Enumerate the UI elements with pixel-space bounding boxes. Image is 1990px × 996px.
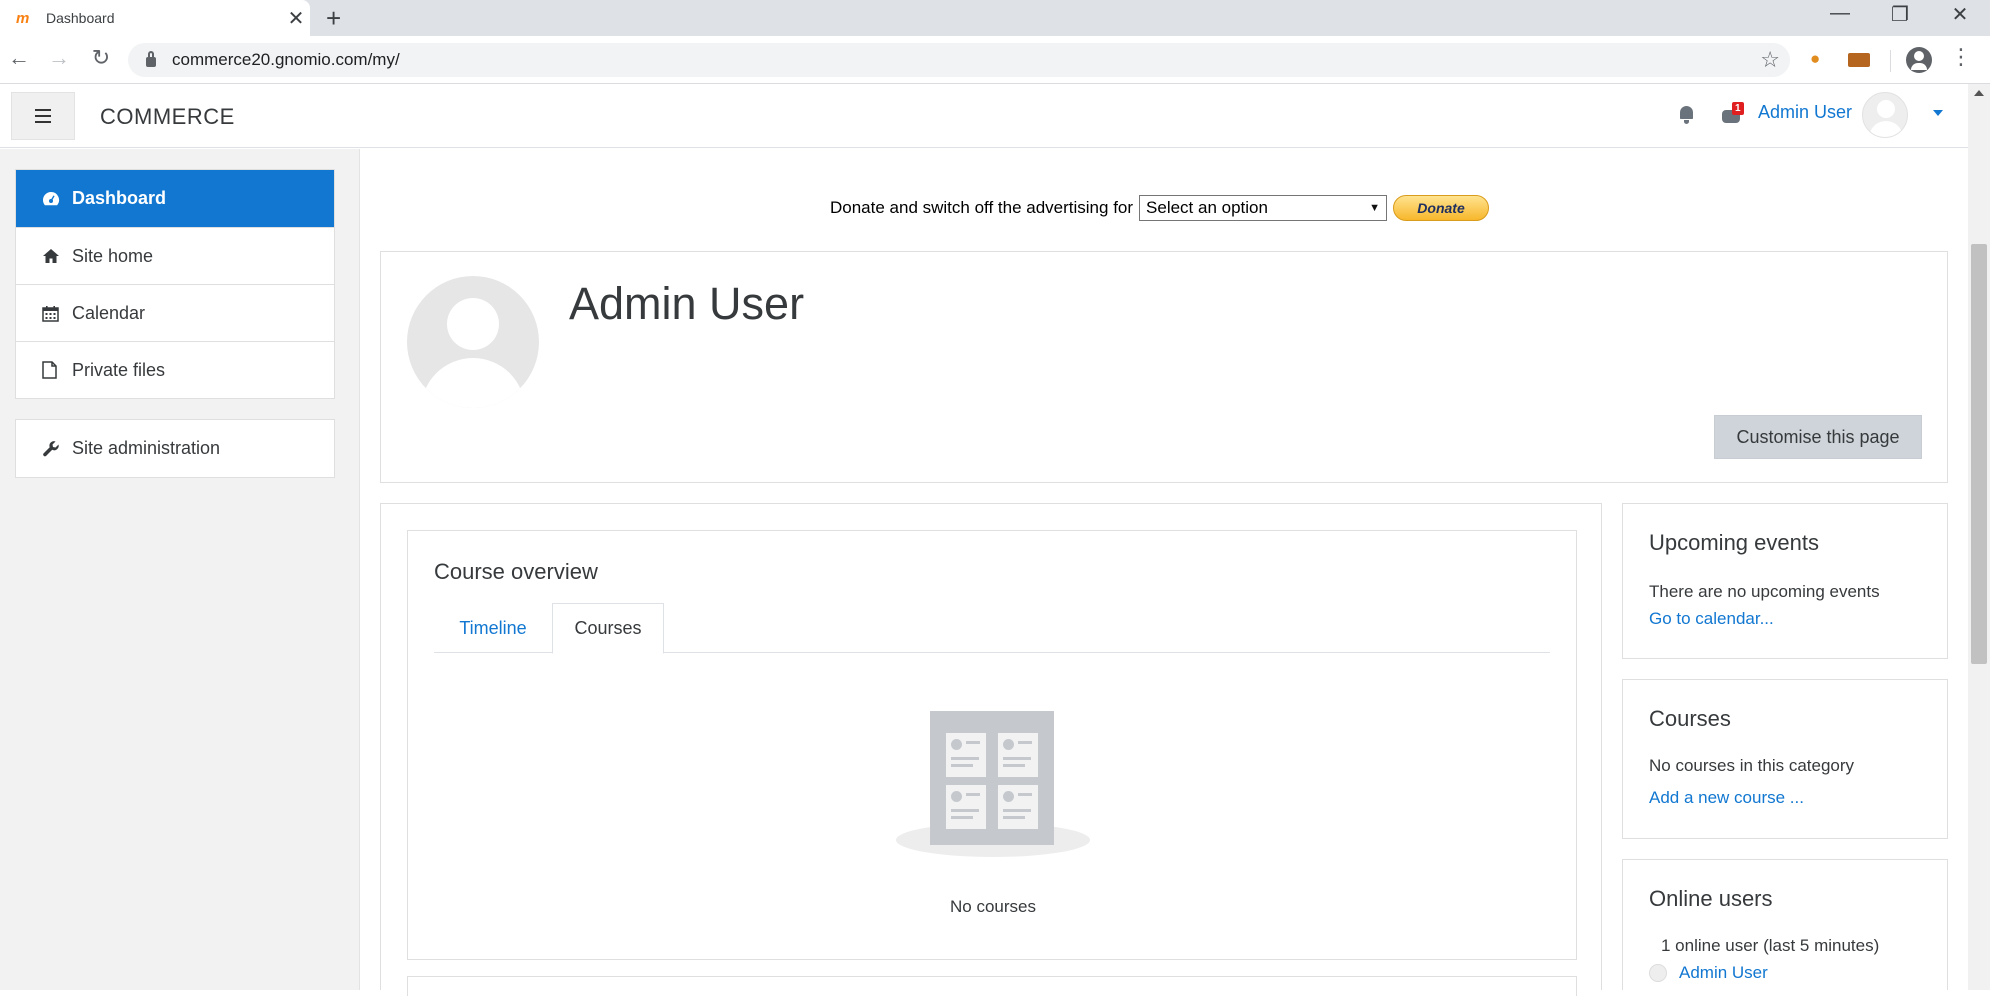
online-user-link[interactable]: Admin User — [1679, 963, 1768, 983]
browser-tabstrip: m Dashboard ✕ + — ❐ ✕ — [0, 0, 1990, 36]
browser-tab[interactable]: m Dashboard ✕ — [0, 0, 310, 36]
main-region: Course overview Timeline Courses No cour… — [380, 503, 1602, 996]
nav-item-label: Private files — [72, 359, 166, 380]
donate-select-value: Select an option — [1146, 198, 1268, 217]
moodle-favicon-icon: m — [16, 9, 30, 27]
admin-nav-list: Site administration — [15, 419, 335, 478]
nav-item-dashboard[interactable]: Dashboard — [16, 170, 334, 227]
site-brand[interactable]: COMMERCE — [100, 104, 235, 130]
dropdown-arrow-icon: ▼ — [1369, 202, 1381, 214]
bookmark-star-icon[interactable]: ☆ — [1760, 47, 1780, 73]
go-to-calendar-link[interactable]: Go to calendar... — [1649, 609, 1774, 629]
tab-courses[interactable]: Courses — [552, 603, 664, 654]
block-title: Courses — [1649, 706, 1731, 731]
online-user-avatar — [1649, 964, 1667, 982]
user-menu-name[interactable]: Admin User — [1758, 102, 1852, 123]
extension-icon[interactable] — [1848, 53, 1870, 67]
close-window-icon[interactable]: ✕ — [1940, 2, 1980, 27]
reload-icon[interactable]: ↻ — [86, 45, 116, 71]
nav-item-label: Site home — [72, 245, 154, 266]
new-tab-icon[interactable]: + — [326, 3, 341, 34]
scrollbar-thumb[interactable] — [1971, 244, 1987, 664]
wrench-icon — [42, 440, 72, 458]
url-text: commerce20.gnomio.com/my/ — [172, 50, 400, 69]
message-count-badge: 1 — [1732, 102, 1744, 115]
back-icon[interactable]: ← — [4, 45, 34, 71]
nav-item-calendar[interactable]: Calendar — [16, 284, 334, 341]
browser-toolbar: ← → ↻ commerce20.gnomio.com/my/ ☆ ● ⋮ — [0, 36, 1990, 84]
donate-text: Donate and switch off the advertising fo… — [830, 198, 1134, 217]
donate-button[interactable]: Donate — [1393, 195, 1490, 221]
block-title: Online users — [1649, 886, 1773, 911]
browser-menu-icon[interactable]: ⋮ — [1950, 44, 1972, 70]
home-icon — [42, 248, 72, 264]
user-avatar[interactable] — [1862, 92, 1908, 138]
block-text: No courses in this category — [1649, 756, 1855, 775]
nav-item-site-home[interactable]: Site home — [16, 227, 334, 284]
profile-avatar — [407, 276, 539, 408]
profile-icon[interactable] — [1906, 47, 1932, 73]
page-scrollbar[interactable] — [1968, 84, 1990, 990]
nav-item-label: Site administration — [72, 438, 221, 458]
restore-icon[interactable]: ❐ — [1880, 2, 1920, 27]
nav-drawer: Dashboard Site home Calendar Private fil… — [0, 149, 360, 990]
courses-block: Courses No courses in this category Add … — [1622, 679, 1948, 839]
minimize-icon[interactable]: — — [1820, 2, 1860, 25]
nav-item-site-administration[interactable]: Site administration — [16, 420, 334, 477]
nav-item-label: Calendar — [72, 302, 146, 323]
customise-page-button[interactable]: Customise this page — [1714, 415, 1922, 459]
page-header: Admin User Customise this page — [380, 251, 1948, 483]
course-overview-tabs: Timeline Courses — [434, 603, 1550, 654]
lock-icon — [146, 51, 156, 67]
forward-icon[interactable]: → — [44, 45, 74, 71]
chevron-down-icon[interactable] — [1933, 110, 1943, 116]
course-grid-icon — [930, 711, 1054, 845]
tab-timeline[interactable]: Timeline — [434, 603, 552, 653]
site-navbar: COMMERCE 1 Admin User — [0, 84, 1968, 148]
block-title: Upcoming events — [1649, 530, 1819, 555]
notifications-bell-icon[interactable] — [1676, 102, 1698, 128]
course-overview-block: Course overview Timeline Courses No cour… — [407, 530, 1577, 960]
address-bar[interactable]: commerce20.gnomio.com/my/ ☆ — [128, 43, 1790, 77]
close-tab-icon[interactable]: ✕ — [282, 6, 310, 31]
page-title: Admin User — [569, 278, 805, 329]
scroll-up-arrow-icon[interactable] — [1974, 90, 1984, 96]
messages-icon[interactable]: 1 — [1720, 102, 1744, 128]
nav-item-label: Dashboard — [72, 188, 167, 208]
block-text: There are no upcoming events — [1649, 582, 1880, 601]
cookie-extension-icon[interactable]: ● — [1810, 49, 1820, 69]
nav-item-private-files[interactable]: Private files — [16, 341, 334, 398]
upcoming-events-block: Upcoming events There are no upcoming ev… — [1622, 503, 1948, 659]
donate-bar: Donate and switch off the advertising fo… — [830, 194, 1490, 222]
nav-list: Dashboard Site home Calendar Private fil… — [15, 169, 335, 399]
donate-option-select[interactable]: Select an option ▼ — [1139, 195, 1388, 221]
course-overview-title: Course overview — [434, 559, 598, 584]
add-new-course-link[interactable]: Add a new course ... — [1649, 788, 1804, 808]
online-users-block: Online users 1 online user (last 5 minut… — [1622, 859, 1948, 990]
toolbar-divider — [1890, 50, 1891, 72]
no-courses-text: No courses — [950, 897, 1036, 916]
menu-toggle-button[interactable] — [11, 92, 75, 140]
dashboard-icon — [42, 191, 72, 207]
block-text: 1 online user (last 5 minutes) — [1661, 936, 1880, 955]
no-courses-illustration — [894, 711, 1094, 861]
next-block-edge — [407, 976, 1577, 996]
tab-title: Dashboard — [46, 10, 115, 26]
file-icon — [42, 361, 72, 379]
calendar-icon — [42, 305, 72, 322]
